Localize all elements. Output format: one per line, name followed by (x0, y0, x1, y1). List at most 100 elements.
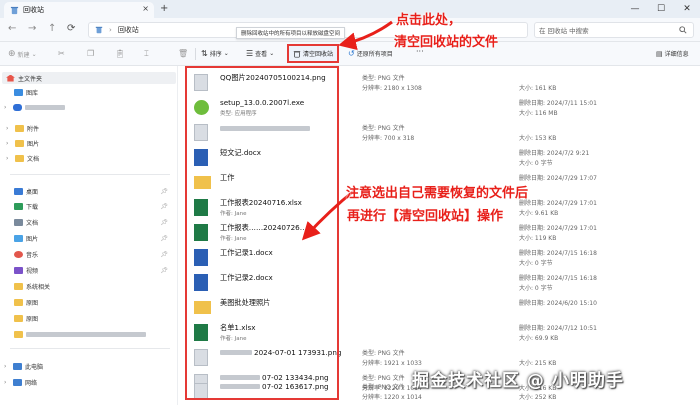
file-type: 类型: PNG 文件 (362, 384, 405, 391)
new-button[interactable]: ⊕ 新建 ⌄ (8, 49, 37, 59)
sidebar-item-cloud[interactable]: › (0, 101, 176, 113)
sidebar-item-label: 主文件夹 (18, 75, 43, 83)
pin-icon[interactable]: 📌︎ (160, 251, 168, 258)
delete-icon[interactable]: 🗑︎ (178, 49, 188, 58)
sidebar-item-label: 系统相关 (26, 283, 51, 291)
pin-icon[interactable]: 📌︎ (160, 203, 168, 210)
file-size: 大小: 0 字节 (519, 285, 553, 292)
empty-recycle-bin-button[interactable]: 清空回收站 (287, 44, 339, 63)
file-size: 大小: 9.61 KB (519, 210, 559, 217)
sidebar-item-originals-1[interactable]: 原图 (0, 296, 176, 308)
cut-icon[interactable]: ✂ (58, 49, 65, 58)
navigation-pane: 主文件夹 图库 › › 附件 › 图片 › 文档 桌面 📌︎ 下载 📌︎ 文档 … (0, 66, 178, 405)
sidebar-item-attachments[interactable]: › 附件 (0, 122, 176, 134)
sidebar-item-docs-folder[interactable]: › 文档 (0, 152, 176, 164)
file-size: 大小: 119 KB (519, 235, 557, 242)
sidebar-item-pictures[interactable]: 图片 📌︎ (0, 232, 176, 244)
search-input[interactable]: 在 回收站 中搜索 (534, 22, 694, 38)
sidebar-item-gallery[interactable]: 图库 (0, 86, 176, 98)
sidebar-item-label: 视频 (26, 267, 39, 275)
sort-button[interactable]: ⇅ 排序 ⌄ (201, 49, 229, 58)
chevron-right-icon: › (6, 139, 9, 147)
close-tab-icon[interactable]: × (142, 4, 149, 13)
up-icon[interactable]: ↑ (48, 23, 56, 34)
sidebar-item-label: 桌面 (26, 188, 39, 196)
folder-icon (15, 124, 24, 132)
rename-icon[interactable]: ⌶ (144, 49, 149, 59)
desktop-icon (14, 187, 23, 195)
annotation-click-here: 点击此处， (396, 13, 462, 28)
sidebar-item-label: 图片 (27, 140, 40, 148)
sidebar-item-label: 图库 (26, 89, 39, 97)
details-icon: ▤ (656, 49, 663, 58)
plus-icon: ⊕ (8, 49, 16, 59)
view-button[interactable]: ☰ 查看 ⌄ (246, 49, 274, 58)
sidebar-item-network[interactable]: › 网络 (0, 376, 176, 388)
sidebar-item-system[interactable]: 系统相关 (0, 280, 176, 292)
gallery-icon (14, 88, 23, 96)
new-tab-icon[interactable]: + (160, 3, 168, 14)
sidebar-item-music[interactable]: 音乐 📌︎ (0, 248, 176, 260)
close-button[interactable]: ✕ (674, 0, 700, 18)
sidebar-item-pictures-folder[interactable]: › 图片 (0, 137, 176, 149)
redacted-label (26, 331, 146, 337)
details-label: 详细信息 (664, 51, 689, 58)
forward-icon[interactable]: → (28, 23, 36, 34)
folder-icon (15, 139, 24, 147)
sidebar-item-this-pc[interactable]: › 此电脑 (0, 360, 176, 372)
file-size: 大小: 161 KB (519, 85, 557, 92)
address-row: ← → ↑ ⟳ › 回收站 在 回收站 中搜索 (0, 18, 700, 42)
download-icon (14, 202, 23, 210)
file-size: 大小: 69.9 KB (519, 335, 559, 342)
sidebar-item-label: 图片 (26, 235, 39, 243)
sidebar-item-videos[interactable]: 视频 📌︎ (0, 264, 176, 276)
view-icon: ☰ (246, 49, 254, 58)
chevron-right-icon: › (6, 124, 9, 132)
minimize-button[interactable]: — (622, 0, 648, 18)
pin-icon[interactable]: 📌︎ (160, 219, 168, 226)
deletion-date: 删除日期: 2024/7/29 17:07 (519, 175, 597, 182)
chevron-right-icon: › (4, 103, 7, 111)
deletion-date: 删除日期: 2024/7/12 10:51 (519, 325, 597, 332)
window-controls: — ☐ ✕ (622, 0, 700, 18)
sidebar-item-label: 附件 (27, 125, 40, 133)
pin-icon[interactable]: 📌︎ (160, 267, 168, 274)
sidebar-divider (10, 174, 170, 175)
sidebar-item-downloads[interactable]: 下载 📌︎ (0, 200, 176, 212)
sidebar-item-documents[interactable]: 文档 📌︎ (0, 216, 176, 228)
file-resolution: 分辨率: 1220 x 1014 (362, 394, 422, 401)
folder-icon (14, 314, 23, 322)
sidebar-item-redacted[interactable] (0, 328, 176, 340)
restore-icon: ↺ (348, 49, 355, 58)
folder-icon (15, 154, 24, 162)
deletion-date: 删除日期: 2024/7/15 16:18 (519, 250, 597, 257)
file-size: 大小: 0 字节 (519, 160, 553, 167)
sidebar-item-originals-2[interactable]: 原图 (0, 312, 176, 324)
back-icon[interactable]: ← (8, 23, 16, 34)
sidebar-item-label: 原图 (26, 299, 39, 307)
tab-recycle-bin[interactable]: 回收站 × (4, 2, 154, 18)
restore-all-button[interactable]: ↺ 还原所有项目 (348, 49, 393, 58)
music-icon (14, 250, 23, 258)
folder-icon (14, 282, 23, 290)
copy-icon[interactable]: ❐ (87, 49, 94, 58)
sidebar-item-desktop[interactable]: 桌面 📌︎ (0, 185, 176, 197)
empty-recycle-bin-label: 清空回收站 (302, 51, 333, 58)
paste-icon[interactable]: 📋︎ (115, 49, 125, 58)
maximize-button[interactable]: ☐ (648, 0, 674, 18)
pc-icon (13, 362, 22, 370)
sort-label: 排序 (209, 51, 222, 58)
sidebar-item-home[interactable]: 主文件夹 (2, 72, 176, 84)
file-size: 大小: 116 MB (519, 110, 558, 117)
pin-icon[interactable]: 📌︎ (160, 188, 168, 195)
pin-icon[interactable]: 📌︎ (160, 235, 168, 242)
file-type: 类型: PNG 文件 (362, 125, 405, 132)
video-icon (14, 266, 23, 274)
folder-icon (14, 298, 23, 306)
file-size: 大小: 153 KB (519, 135, 557, 142)
details-button[interactable]: ▤ 详细信息 (656, 49, 689, 59)
toolbar-divider (195, 48, 196, 60)
chevron-right-icon: › (6, 154, 9, 162)
file-resolution: 分辨率: 2180 x 1308 (362, 85, 422, 92)
refresh-icon[interactable]: ⟳ (67, 23, 75, 34)
